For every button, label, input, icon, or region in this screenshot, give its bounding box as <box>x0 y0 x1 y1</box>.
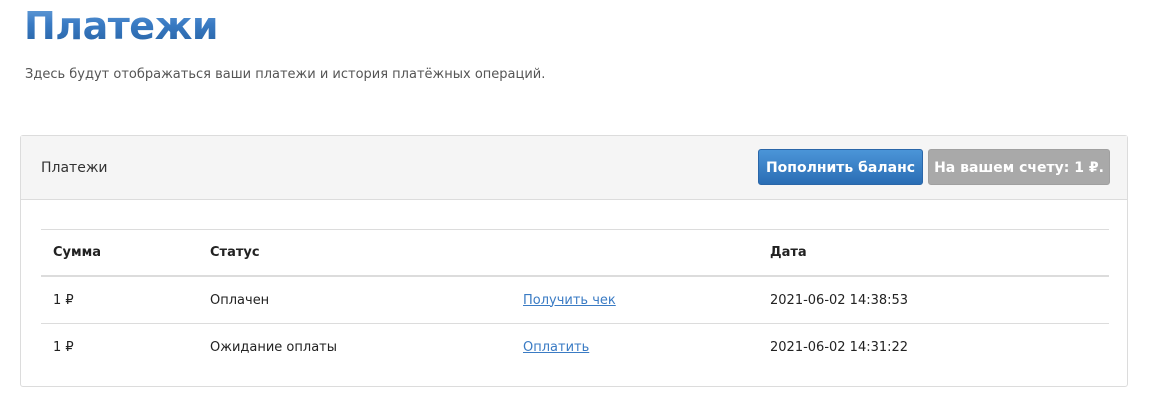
table-head: Сумма Статус Дата <box>41 229 1109 277</box>
cell-action: Оплатить <box>511 324 758 371</box>
payments-table: Сумма Статус Дата 1 ₽ Оплачен Получить ч… <box>41 229 1109 370</box>
get-receipt-link[interactable]: Получить чек <box>523 293 616 308</box>
panel-header: Платежи Пополнить баланс На вашем счету:… <box>21 136 1127 200</box>
cell-action: Получить чек <box>511 276 758 324</box>
payments-table-wrap: Сумма Статус Дата 1 ₽ Оплачен Получить ч… <box>41 229 1109 370</box>
header-date: Дата <box>770 245 807 260</box>
header-action <box>511 230 758 277</box>
table-header-row: Сумма Статус Дата <box>41 229 1109 277</box>
payments-panel: Платежи Пополнить баланс На вашем счету:… <box>20 135 1128 387</box>
panel-title: Платежи <box>41 160 108 176</box>
cell-status: Оплачен <box>198 276 511 324</box>
header-status: Статус <box>210 245 260 260</box>
cell-sum: 1 ₽ <box>41 276 198 324</box>
table-row: 1 ₽ Оплачен Получить чек 2021-06-02 14:3… <box>41 276 1109 324</box>
header-sum: Сумма <box>53 245 102 260</box>
table-row: 1 ₽ Ожидание оплаты Оплатить 2021-06-02 … <box>41 324 1109 371</box>
cell-date: 2021-06-02 14:31:22 <box>770 339 909 355</box>
cell-date: 2021-06-02 14:38:53 <box>758 276 1109 324</box>
cell-sum: 1 ₽ <box>53 339 74 355</box>
pay-link[interactable]: Оплатить <box>523 340 589 355</box>
page-subtitle: Здесь будут отображаться ваши платежи и … <box>25 67 546 82</box>
topup-balance-button[interactable]: Пополнить баланс <box>758 149 923 185</box>
cell-status: Ожидание оплаты <box>210 339 337 355</box>
table-body: 1 ₽ Оплачен Получить чек 2021-06-02 14:3… <box>41 276 1109 370</box>
page-title: Платежи <box>24 4 219 48</box>
balance-badge: На вашем счету: 1 ₽. <box>928 149 1110 185</box>
